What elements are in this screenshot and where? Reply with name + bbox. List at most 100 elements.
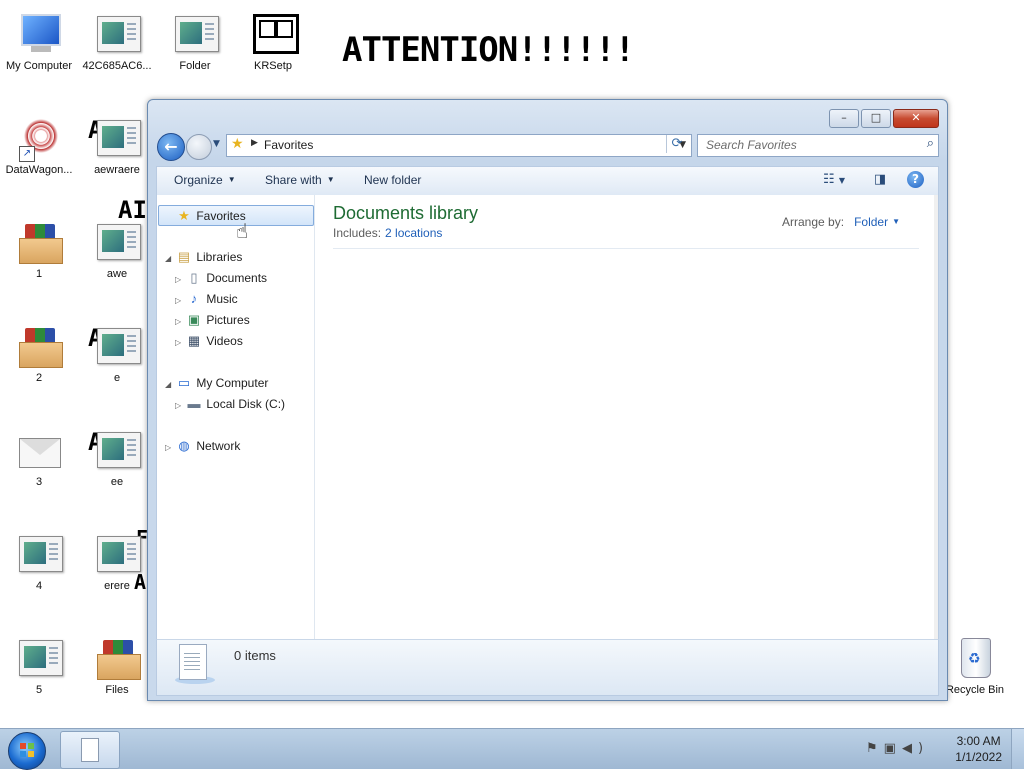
desktop-icon-5[interactable]: 5 <box>0 634 78 696</box>
taskbar-explorer-button[interactable] <box>60 731 120 769</box>
shortcut-arrow-icon: ↗ <box>19 146 35 162</box>
desktop-icon-ee[interactable]: ee <box>78 426 156 488</box>
collapse-arrow-icon[interactable]: ◢ <box>165 375 175 394</box>
organize-label: Organize <box>174 173 223 187</box>
desktop-icon-awe[interactable]: awe <box>78 218 156 280</box>
arrange-by-control: Arrange by: Folder ▼ <box>782 215 900 229</box>
explorer-body: ★ Favorites ◢ ▤ Libraries ▷ ▯ Documents ▷ ♪… <box>156 195 939 640</box>
nav-item-libraries[interactable]: ◢ ▤ Libraries <box>165 247 242 266</box>
show-desktop-button[interactable] <box>1011 729 1024 769</box>
nav-item-my-computer[interactable]: ◢ ▭ My Computer <box>165 373 268 392</box>
nav-item-network[interactable]: ▷ ◍ Network <box>165 436 240 455</box>
refresh-button[interactable]: ⟳ <box>666 135 687 153</box>
expand-arrow-icon[interactable]: ▷ <box>175 312 185 331</box>
desktop-icon-folder[interactable]: Folder <box>156 10 234 72</box>
desktop-icon-label: 5 <box>35 684 43 696</box>
search-icon[interactable]: ⌕ <box>927 136 934 151</box>
desktop-icon-label: ee <box>110 476 124 488</box>
nav-item-label: Local Disk (C:) <box>206 397 286 411</box>
application-icon <box>19 640 63 676</box>
close-button[interactable]: ✕ <box>893 109 939 128</box>
share-with-button[interactable]: Share with ▼ <box>265 173 335 187</box>
breadcrumb-location[interactable]: Favorites <box>264 138 313 152</box>
network-icon: ◍ <box>178 438 190 453</box>
application-icon <box>97 536 141 572</box>
computer-icon: ▭ <box>177 375 191 390</box>
search-box[interactable]: Search Favorites ⌕ <box>697 134 939 157</box>
desktop-icon-erere[interactable]: erere <box>78 530 156 592</box>
nav-item-label: Videos <box>206 334 243 348</box>
desktop-icon-4[interactable]: 4 <box>0 530 78 592</box>
nav-item-label: Documents <box>206 271 268 285</box>
locations-link[interactable]: 2 locations <box>385 226 442 240</box>
pictures-icon: ▣ <box>187 312 201 327</box>
collapse-arrow-icon[interactable]: ◢ <box>165 249 175 268</box>
back-button[interactable]: ← <box>157 133 185 161</box>
desktop-icon-1[interactable]: 1 <box>0 218 78 280</box>
hand-pointer-cursor-icon: ☝ <box>236 219 249 243</box>
archive-box-icon <box>19 328 63 368</box>
desktop-icon-hex-file[interactable]: 42C685AC6... <box>78 10 156 72</box>
nav-item-documents[interactable]: ▷ ▯ Documents <box>175 268 267 287</box>
breadcrumb-chevron-icon[interactable]: ▶ <box>251 138 258 148</box>
nav-item-label: My Computer <box>196 376 269 390</box>
expand-arrow-icon[interactable]: ▷ <box>175 396 185 415</box>
film-strip-icon: ▦ <box>187 333 201 348</box>
envelope-icon <box>19 438 61 468</box>
start-button[interactable] <box>8 732 46 770</box>
nav-item-videos[interactable]: ▷ ▦ Videos <box>175 331 243 350</box>
file-list-pane[interactable]: Documents library Includes: 2 locations A… <box>315 195 938 639</box>
nav-item-local-disk[interactable]: ▷ ▬ Local Disk (C:) <box>175 394 285 413</box>
documents-library-icon <box>175 644 215 688</box>
nav-item-pictures[interactable]: ▷ ▣ Pictures <box>175 310 250 329</box>
expand-arrow-icon[interactable]: ▷ <box>175 270 185 289</box>
arrange-by-dropdown[interactable]: Folder <box>854 215 888 229</box>
search-input[interactable]: Search Favorites <box>706 138 797 152</box>
help-button[interactable]: ? <box>907 171 924 188</box>
desktop-icon-aewraere[interactable]: aewraere <box>78 114 156 176</box>
window-controls: – □ ✕ <box>827 109 939 128</box>
new-folder-button[interactable]: New folder <box>364 173 421 187</box>
documents-icon: ▯ <box>190 270 198 285</box>
desktop-icon-3[interactable]: 3 <box>0 426 78 488</box>
desktop-icon-files[interactable]: Files <box>78 634 156 696</box>
explorer-window: – □ ✕ ← ▼ ★ ▶ Favorites ▼ ⟳ Search Favor… <box>147 99 948 701</box>
desktop-icon-krsetp[interactable]: KRSetp <box>234 10 312 72</box>
arrange-by-label: Arrange by: <box>782 215 845 229</box>
desktop-icon-label: My Computer <box>5 60 73 72</box>
chevron-down-icon: ▼ <box>227 175 236 184</box>
action-center-flag-icon[interactable]: ⚑ <box>866 741 884 756</box>
notification-area: ⚑▣◀) <box>866 741 929 756</box>
archive-box-icon <box>19 224 63 264</box>
change-view-button[interactable]: ☷ ▼ <box>816 171 852 189</box>
taskbar-clock[interactable]: 3:00 AM 1/1/2022 <box>955 733 1002 765</box>
maximize-button[interactable]: □ <box>861 109 891 128</box>
desktop-icon-label: Files <box>105 684 129 696</box>
desktop-icon-2[interactable]: 2 <box>0 322 78 384</box>
taskbar: ⚑▣◀) 3:00 AM 1/1/2022 <box>0 728 1024 770</box>
address-bar[interactable]: ★ ▶ Favorites ▼ <box>226 134 692 157</box>
expand-arrow-icon[interactable]: ▷ <box>175 333 185 352</box>
desktop-icon-label: awe <box>106 268 128 280</box>
expand-arrow-icon[interactable]: ▷ <box>175 291 185 310</box>
desktop-icon-my-computer[interactable]: My Computer <box>0 10 78 72</box>
preview-pane-button[interactable]: ◨ <box>871 171 889 189</box>
desktop-icon-e[interactable]: e <box>78 322 156 384</box>
expand-arrow-icon[interactable]: ▷ <box>165 438 175 457</box>
desktop-icon-datawagon[interactable]: ↗ DataWagon... <box>0 114 78 176</box>
nav-item-label: Network <box>196 439 241 453</box>
nav-item-music[interactable]: ▷ ♪ Music <box>175 289 238 308</box>
chevron-down-icon[interactable]: ▼ <box>892 217 900 226</box>
archive-box-icon <box>97 640 141 680</box>
includes-label: Includes: <box>333 226 382 240</box>
organize-button[interactable]: Organize ▼ <box>174 173 236 187</box>
minimize-button[interactable]: – <box>829 109 859 128</box>
recent-pages-dropdown[interactable]: ▼ <box>213 139 220 149</box>
application-icon <box>97 16 141 52</box>
volume-icon[interactable]: ◀) <box>902 741 929 756</box>
vertical-scrollbar[interactable] <box>934 195 938 639</box>
desktop-icon-label: 4 <box>35 580 43 592</box>
forward-button[interactable] <box>186 134 212 160</box>
desktop-icon-label: e <box>113 372 121 384</box>
network-status-icon[interactable]: ▣ <box>884 741 902 756</box>
